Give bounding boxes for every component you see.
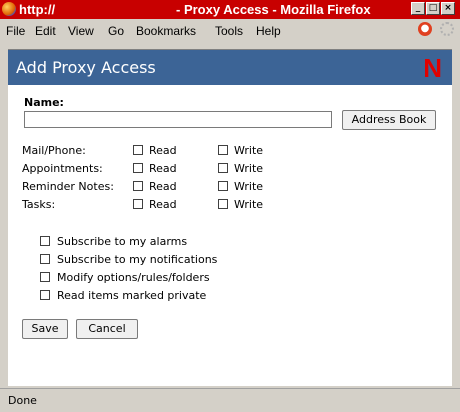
- status-text: Done: [8, 394, 37, 407]
- appointments-read-checkbox[interactable]: [133, 163, 143, 173]
- menu-bookmarks[interactable]: Bookmarks: [136, 24, 196, 38]
- tasks-write-checkbox[interactable]: [218, 199, 228, 209]
- minimize-icon[interactable]: _: [411, 2, 425, 15]
- reminder-read-label: Read: [149, 180, 177, 193]
- appointments-write-checkbox[interactable]: [218, 163, 228, 173]
- tasks-read-label: Read: [149, 198, 177, 211]
- page-content: Add Proxy Access N Name: Address Book Ma…: [8, 49, 452, 386]
- throbber-icon: [440, 22, 454, 36]
- novell-logo: N: [423, 53, 442, 83]
- tasks-label: Tasks:: [22, 198, 56, 211]
- page-title: Add Proxy Access: [16, 58, 156, 77]
- status-bar: Done: [0, 388, 460, 412]
- modify-options-checkbox[interactable]: [40, 272, 50, 282]
- window-title: - Proxy Access - Mozilla Firefox: [176, 2, 371, 17]
- mail-read-label: Read: [149, 144, 177, 157]
- window-url-title: http://: [19, 2, 56, 17]
- maximize-icon[interactable]: □: [426, 2, 440, 15]
- tasks-read-checkbox[interactable]: [133, 199, 143, 209]
- appointments-write-label: Write: [234, 162, 264, 175]
- window-titlebar: http:// - Proxy Access - Mozilla Firefox…: [0, 0, 460, 19]
- menu-edit[interactable]: Edit: [35, 24, 56, 38]
- page-header: Add Proxy Access N: [8, 50, 452, 85]
- subscribe-alarms-checkbox[interactable]: [40, 236, 50, 246]
- address-book-button[interactable]: Address Book: [342, 110, 436, 130]
- tasks-write-label: Write: [234, 198, 264, 211]
- save-button[interactable]: Save: [22, 319, 68, 339]
- name-input[interactable]: [24, 111, 332, 128]
- mail-phone-label: Mail/Phone:: [22, 144, 86, 157]
- subscribe-notifications-label: Subscribe to my notifications: [57, 253, 218, 266]
- reminder-read-checkbox[interactable]: [133, 181, 143, 191]
- mail-write-label: Write: [234, 144, 264, 157]
- appointments-label: Appointments:: [22, 162, 103, 175]
- menu-bar: File Edit View Go Bookmarks Tools Help: [0, 19, 460, 41]
- reminder-write-label: Write: [234, 180, 264, 193]
- menu-tools[interactable]: Tools: [215, 24, 243, 38]
- modify-options-label: Modify options/rules/folders: [57, 271, 210, 284]
- menu-view[interactable]: View: [68, 24, 94, 38]
- reminder-notes-label: Reminder Notes:: [22, 180, 114, 193]
- cancel-button[interactable]: Cancel: [76, 319, 138, 339]
- appointments-read-label: Read: [149, 162, 177, 175]
- menu-file[interactable]: File: [6, 24, 25, 38]
- mail-write-checkbox[interactable]: [218, 145, 228, 155]
- close-icon[interactable]: ×: [441, 2, 455, 15]
- menu-help[interactable]: Help: [256, 24, 281, 38]
- name-label: Name:: [24, 96, 64, 109]
- firefox-icon: [2, 2, 16, 16]
- read-private-checkbox[interactable]: [40, 290, 50, 300]
- subscribe-alarms-label: Subscribe to my alarms: [57, 235, 188, 248]
- subscribe-notifications-checkbox[interactable]: [40, 254, 50, 264]
- mail-read-checkbox[interactable]: [133, 145, 143, 155]
- read-private-label: Read items marked private: [57, 289, 207, 302]
- stop-icon[interactable]: ●: [418, 22, 432, 36]
- window-frame: [0, 41, 8, 388]
- reminder-write-checkbox[interactable]: [218, 181, 228, 191]
- menu-go[interactable]: Go: [108, 24, 124, 38]
